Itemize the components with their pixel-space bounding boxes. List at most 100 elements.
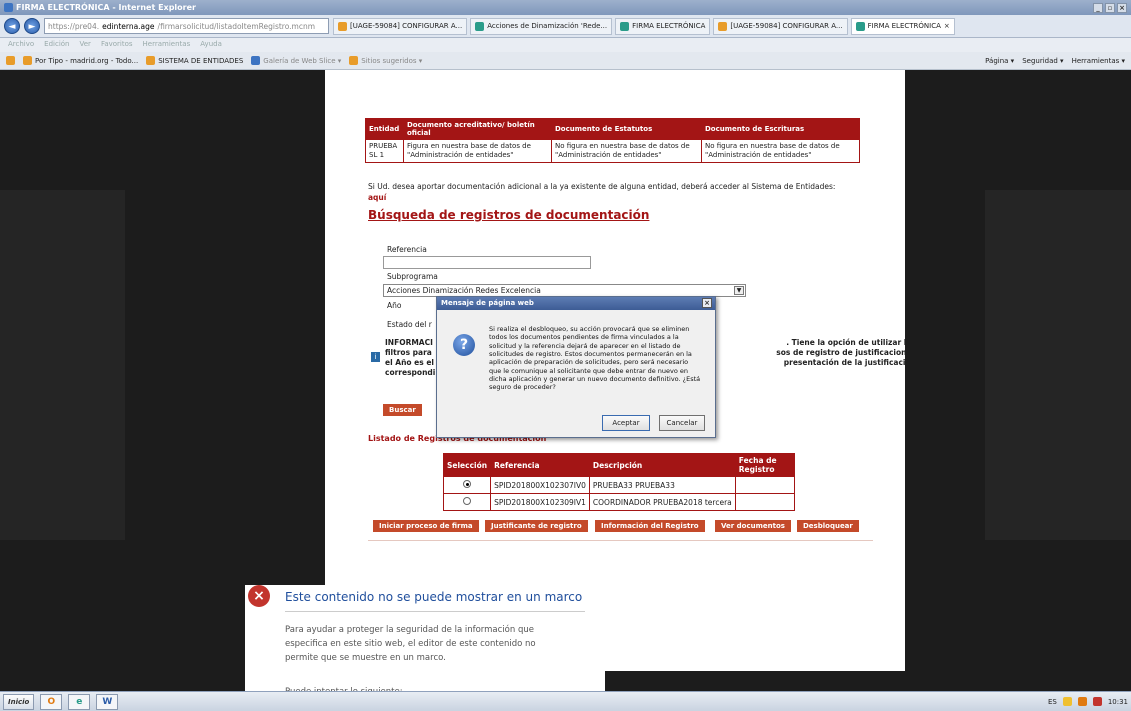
info-registro-button[interactable]: Información del Registro xyxy=(595,520,705,532)
tab-favicon xyxy=(855,21,865,31)
window-title: FIRMA ELECTRÓNICA - Internet Explorer xyxy=(16,3,196,12)
justificante-button[interactable]: Justificante de registro xyxy=(485,520,588,532)
radio-selected[interactable] xyxy=(463,480,472,488)
table-row[interactable]: SPID201800X102307IV0 PRUEBA33 PRUEBA33 xyxy=(442,476,796,494)
aqui-link[interactable]: aquí xyxy=(368,193,386,202)
buscar-button[interactable]: Buscar xyxy=(383,404,422,416)
tab-4[interactable]: FIRMA ELECTRÓNICA × xyxy=(850,17,955,35)
url-field[interactable]: https://pre04. edinterna.age/firmarsolici… xyxy=(44,18,329,34)
tab-label: FIRMA ELECTRÓNICA xyxy=(867,22,941,30)
cell-fecha xyxy=(734,476,796,494)
ver-documentos-button[interactable]: Ver documentos xyxy=(715,520,791,532)
aceptar-button[interactable]: Aceptar xyxy=(602,415,650,431)
tray-icon[interactable] xyxy=(1062,697,1072,706)
restore-icon[interactable]: ▫ xyxy=(1105,2,1115,13)
fav-item-sitios[interactable]: Sitios sugeridos ▾ xyxy=(349,56,422,65)
clock[interactable]: 10:31 xyxy=(1108,698,1128,706)
tray-icon[interactable] xyxy=(1092,697,1102,706)
menu-edicion[interactable]: Edición xyxy=(44,40,69,50)
fav-icon xyxy=(349,56,359,65)
dialog-close-icon[interactable]: × xyxy=(702,298,712,308)
tab-close-icon[interactable]: × xyxy=(944,22,950,30)
info-line: presentación de la justificación xyxy=(783,358,905,368)
close-window-icon[interactable]: × xyxy=(1117,2,1127,13)
tab-label: [UAGE-59084] CONFIGURAR A... xyxy=(350,22,463,30)
cmd-pagina[interactable]: Página ▾ xyxy=(985,57,1014,65)
command-bar: Página ▾ Seguridad ▾ Herramientas ▾ xyxy=(985,57,1125,65)
radio-unselected[interactable] xyxy=(463,497,472,505)
tab-favicon xyxy=(338,21,347,31)
menu-ver[interactable]: Ver xyxy=(80,40,91,50)
cancelar-button[interactable]: Cancelar xyxy=(659,415,705,431)
tray-icon[interactable] xyxy=(1077,697,1087,706)
th-entidad: Entidad xyxy=(365,118,404,140)
cmd-herramientas[interactable]: Herramientas ▾ xyxy=(1072,57,1125,65)
th-referencia: Referencia xyxy=(490,453,590,477)
th-estatutos: Documento de Estatutos xyxy=(551,118,702,140)
frame-error-title: Este contenido no se puede mostrar en un… xyxy=(285,590,585,612)
frame-error-text: Para ayudar a proteger la seguridad de l… xyxy=(285,625,536,664)
dialog-title-bar: Mensaje de página web × xyxy=(437,297,715,310)
fav-label: Por Tipo - madrid.org - Todo... xyxy=(35,56,139,65)
right-dark-panel xyxy=(985,190,1131,540)
back-button[interactable]: ◄ xyxy=(4,18,20,34)
menu-ayuda[interactable]: Ayuda xyxy=(200,40,222,50)
iniciar-firma-button[interactable]: Iniciar proceso de firma xyxy=(373,520,479,532)
start-button[interactable]: Inicio xyxy=(3,693,35,710)
cell-descripcion: PRUEBA33 PRUEBA33 xyxy=(588,476,736,494)
ie-taskbar-icon[interactable]: e xyxy=(68,693,91,710)
chevron-down-icon[interactable]: ▼ xyxy=(734,286,744,295)
info-text: Si Ud. desea aportar documentación adici… xyxy=(368,182,868,203)
outlook-taskbar-icon[interactable]: O xyxy=(40,693,63,710)
dialog-message: Si realiza el desbloqueo, su acción prov… xyxy=(489,325,701,392)
frame-error-panel: × Este contenido no se puede mostrar en … xyxy=(245,585,605,697)
desbloquear-button[interactable]: Desbloquear xyxy=(797,520,859,532)
fav-item-webslice[interactable]: Galería de Web Slice ▾ xyxy=(251,56,341,65)
cell-fecha xyxy=(734,493,796,511)
fav-item-madrid[interactable]: Por Tipo - madrid.org - Todo... xyxy=(23,56,138,65)
table-row: PRUEBA SL 1 Figura en nuestra base de da… xyxy=(365,139,860,163)
estado-label: Estado del r xyxy=(387,320,432,329)
th-acreditativo: Documento acreditativo/ boletín oficial xyxy=(403,118,552,140)
th-descripcion: Descripción xyxy=(588,453,736,477)
ie-icon xyxy=(4,3,13,12)
forward-button[interactable]: ► xyxy=(24,18,40,34)
menu-favoritos[interactable]: Favoritos xyxy=(101,40,133,50)
minimize-icon[interactable]: _ xyxy=(1093,2,1103,13)
fav-item-entidades[interactable]: SISTEMA DE ENTIDADES xyxy=(146,56,243,65)
tab-2[interactable]: FIRMA ELECTRÓNICA xyxy=(615,17,711,35)
cell-entidad: PRUEBA SL 1 xyxy=(365,139,404,163)
fav-icon xyxy=(251,56,261,65)
confirm-dialog: Mensaje de página web × ? Si realiza el … xyxy=(436,296,716,438)
info-block-right: . Tiene la opción de utilizar los sos de… xyxy=(736,338,905,368)
search-section-title: Búsqueda de registros de documentación xyxy=(368,208,650,222)
cell-seleccion xyxy=(442,493,492,511)
info-line: sos de registro de justificaciones xyxy=(776,348,905,358)
error-icon: × xyxy=(248,585,270,607)
language-indicator[interactable]: ES xyxy=(1048,698,1057,706)
referencia-label: Referencia xyxy=(387,245,427,254)
info-icon: i xyxy=(371,352,380,362)
tab-1[interactable]: Acciones de Dinamización 'Rede... xyxy=(470,17,613,35)
fav-label: SISTEMA DE ENTIDADES xyxy=(158,56,244,65)
tab-favicon xyxy=(475,21,485,31)
url-path: /firmarsolicitud/listadoItemRegistro.mcn… xyxy=(157,21,316,31)
th-fecha: Fecha de Registro xyxy=(734,453,796,477)
question-icon: ? xyxy=(453,334,475,356)
cmd-seguridad[interactable]: Seguridad ▾ xyxy=(1022,57,1063,65)
tab-0[interactable]: [UAGE-59084] CONFIGURAR A... xyxy=(333,17,468,35)
word-taskbar-icon[interactable]: W xyxy=(96,693,119,710)
tab-strip: [UAGE-59084] CONFIGURAR A... Acciones de… xyxy=(333,17,955,35)
subprograma-value: Acciones Dinamización Redes Excelencia xyxy=(387,286,541,295)
menu-herramientas[interactable]: Herramientas xyxy=(143,40,191,50)
tab-3[interactable]: [UAGE-59084] CONFIGURAR A... xyxy=(713,17,848,35)
referencia-input[interactable] xyxy=(383,256,591,269)
cell-referencia: SPID201800X102307IV0 xyxy=(490,476,590,494)
left-dark-panel xyxy=(0,190,125,540)
registros-table: Selección Referencia Descripción Fecha d… xyxy=(442,453,796,511)
fav-label: Sitios sugeridos ▾ xyxy=(361,56,423,65)
favorites-star-icon[interactable] xyxy=(6,56,15,65)
menu-archivo[interactable]: Archivo xyxy=(8,40,34,50)
table-row[interactable]: SPID201800X102309IV1 COORDINADOR PRUEBA2… xyxy=(442,493,796,511)
fav-icon xyxy=(23,56,32,65)
